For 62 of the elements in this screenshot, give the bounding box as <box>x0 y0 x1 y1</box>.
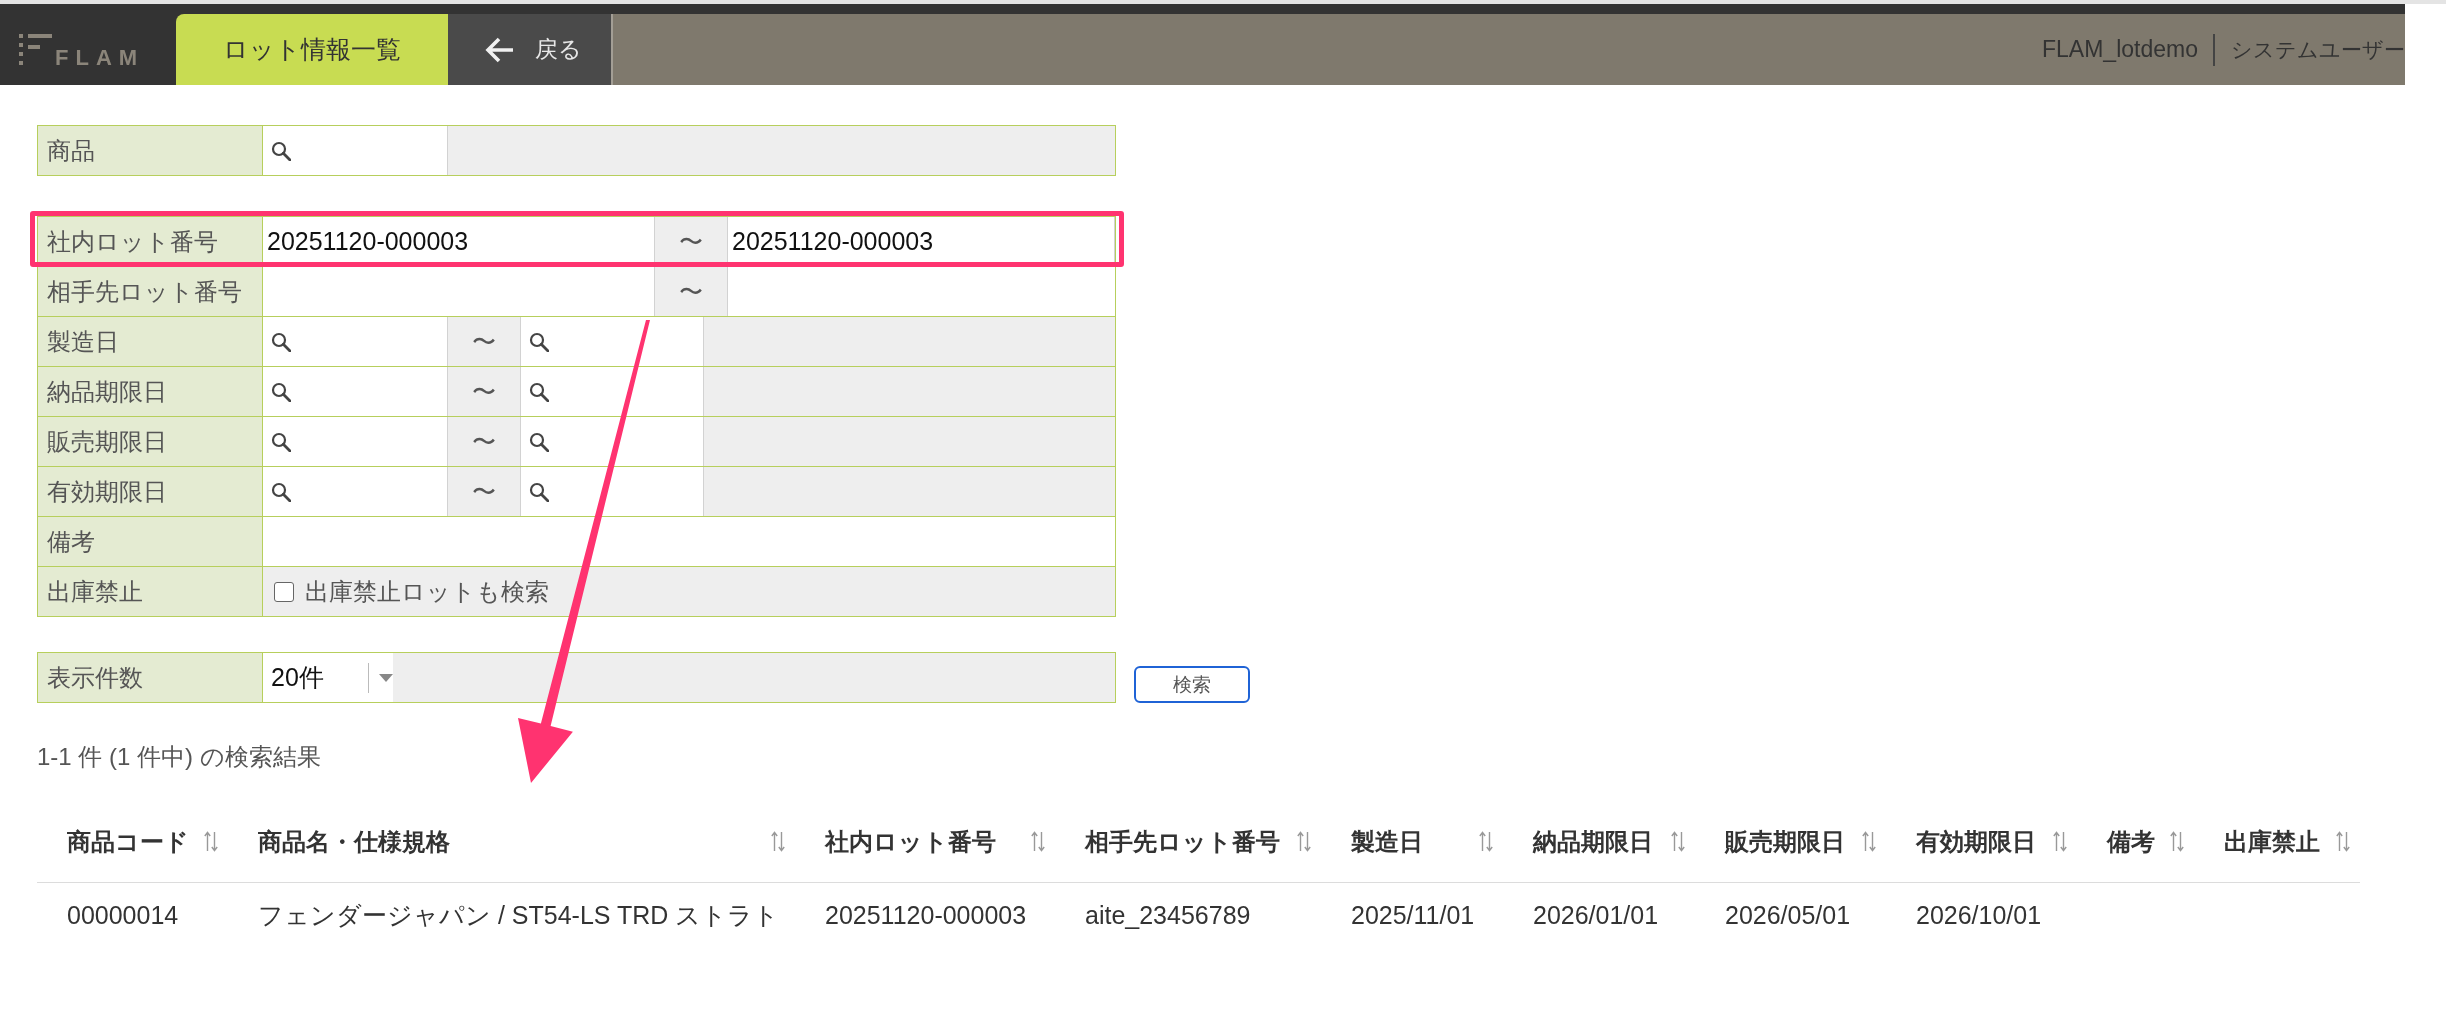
table-cell: 2026/10/01 <box>1886 882 2077 948</box>
sort-icon[interactable] <box>2053 831 2067 853</box>
field-label: 製造日 <box>38 317 263 366</box>
column-header[interactable]: 相手先ロット番号 <box>1085 825 1280 858</box>
field-label: 相手先ロット番号 <box>38 267 263 316</box>
column-header[interactable]: 商品コード <box>67 825 189 858</box>
field-label: 商品 <box>38 126 263 175</box>
column-header[interactable]: 製造日 <box>1351 825 1423 858</box>
logo-text: FLAM <box>55 49 145 66</box>
sort-icon[interactable] <box>1031 831 1045 853</box>
field-label: 納品期限日 <box>38 367 263 416</box>
range-separator: 〜 <box>448 467 521 516</box>
table-cell: 2026/01/01 <box>1503 882 1695 948</box>
range-separator: 〜 <box>448 417 521 466</box>
sort-icon[interactable] <box>1862 831 1876 853</box>
range-separator: 〜 <box>448 367 521 416</box>
caret-icon <box>379 673 393 682</box>
search-icon <box>529 381 549 402</box>
sort-icon[interactable] <box>1297 831 1311 853</box>
table-cell: aite_23456789 <box>1055 882 1321 948</box>
account-name: FLAM_lotdemo <box>2042 36 2198 63</box>
column-header[interactable]: 有効期限日 <box>1916 825 2036 858</box>
column-header[interactable]: 納品期限日 <box>1533 825 1653 858</box>
search-icon <box>271 140 291 161</box>
sort-icon[interactable] <box>2170 831 2184 853</box>
range-separator: 〜 <box>655 267 728 316</box>
range-separator: 〜 <box>448 317 521 366</box>
column-header[interactable]: 備考 <box>2107 825 2155 858</box>
search-icon <box>529 481 549 502</box>
search-icon <box>529 431 549 452</box>
table-cell: フェンダージャパン / ST54-LS TRD ストラト <box>228 882 795 948</box>
column-header[interactable]: 社内ロット番号 <box>825 825 996 858</box>
search-button[interactable]: 検索 <box>1134 666 1250 703</box>
search-icon <box>271 481 291 502</box>
search-icon <box>271 381 291 402</box>
sort-icon[interactable] <box>771 831 785 853</box>
arrow-left-icon <box>485 36 515 63</box>
search-icon <box>529 331 549 352</box>
column-header[interactable]: 販売期限日 <box>1725 825 1845 858</box>
table-cell: 2025/11/01 <box>1321 882 1503 948</box>
field-label: 販売期限日 <box>38 417 263 466</box>
field-label: 表示件数 <box>38 653 263 702</box>
search-icon <box>271 431 291 452</box>
sort-icon[interactable] <box>1479 831 1493 853</box>
column-header[interactable]: 商品名・仕様規格 <box>258 825 450 858</box>
tab[interactable]: ロット情報一覧 <box>176 14 448 85</box>
sort-icon[interactable] <box>204 831 218 853</box>
table-cell: 00000014 <box>37 882 228 948</box>
sort-icon[interactable] <box>2336 831 2350 853</box>
table-cell: 2026/05/01 <box>1695 882 1886 948</box>
sort-icon[interactable] <box>1671 831 1685 853</box>
checkbox[interactable] <box>274 581 294 602</box>
field-label: 出庫禁止 <box>38 567 263 616</box>
result-summary: 1-1 件 (1 件中) の検索結果 <box>37 742 321 772</box>
checkbox-label[interactable]: 出庫禁止ロットも検索 <box>305 575 549 608</box>
table-cell: 20251120-000003 <box>795 882 1055 948</box>
search-icon <box>271 331 291 352</box>
field-label: 備考 <box>38 517 263 566</box>
field-label: 有効期限日 <box>38 467 263 516</box>
column-header[interactable]: 出庫禁止 <box>2224 825 2320 858</box>
logo-icon <box>19 34 52 66</box>
back-button[interactable]: 戻る <box>448 14 611 85</box>
